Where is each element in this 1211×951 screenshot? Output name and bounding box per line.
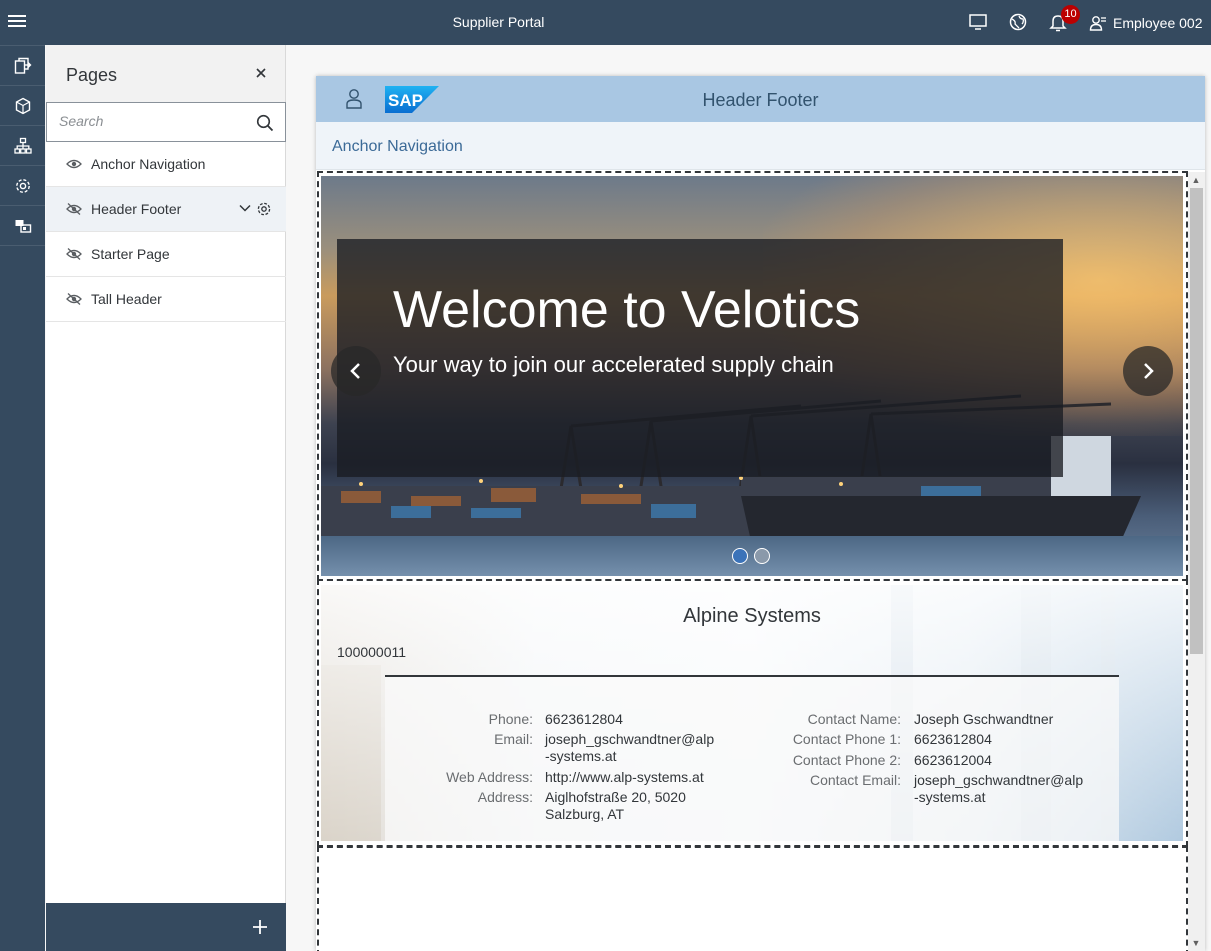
user-name: Employee 002	[1113, 15, 1203, 31]
eye-hidden-icon	[66, 202, 84, 216]
carousel-prev-button[interactable]	[331, 346, 381, 396]
hero-title: Welcome to Velotics	[393, 281, 861, 339]
hero-subtitle: Your way to join our accelerated supply …	[393, 352, 834, 377]
theme-icon	[15, 219, 31, 233]
app-title: Supplier Portal	[452, 14, 545, 30]
chevron-down-icon[interactable]	[238, 201, 252, 215]
user-menu[interactable]: Employee 002	[1089, 12, 1203, 34]
page-item-starter-page[interactable]: Starter Page	[46, 232, 286, 277]
canvas-header: SAP Header Footer	[316, 76, 1205, 122]
rail-components-button[interactable]	[0, 86, 45, 126]
empty-section-outline[interactable]	[317, 846, 1188, 951]
contact-email-value-line-1: joseph_gschwandtner@alp	[914, 772, 1084, 788]
notification-badge: 10	[1061, 5, 1080, 24]
shell-bar: Supplier Portal 10 Employee 002	[0, 0, 1211, 45]
contact-email-value-line-2: -systems.at	[914, 789, 986, 805]
supplier-header-card: Alpine Systems 100000011 Phone: 66236128…	[321, 585, 1183, 841]
user-icon	[1089, 16, 1106, 31]
scroll-down-icon[interactable]: ▼	[1191, 938, 1201, 948]
close-icon[interactable]	[253, 65, 269, 81]
supplier-details-panel: Phone: 6623612804 Email: joseph_gschwand…	[385, 675, 1119, 841]
web-address-value: http://www.alp-systems.at	[545, 769, 704, 785]
web-address-label: Web Address:	[446, 769, 533, 785]
page-item-label: Header Footer	[91, 201, 182, 217]
search-icon[interactable]	[255, 113, 275, 133]
chevron-left-icon	[350, 363, 360, 379]
contact-name-label: Contact Name:	[807, 711, 901, 727]
contact-phone-1-value: 6623612804	[914, 731, 992, 747]
side-rail	[0, 45, 45, 951]
contact-phone-1-label: Contact Phone 1:	[792, 731, 901, 747]
phone-value: 6623612804	[545, 711, 623, 727]
pages-panel: Pages Anchor Navigation Header Footer	[46, 45, 286, 951]
carousel-dot-2[interactable]	[754, 548, 770, 564]
canvas-header-title: Header Footer	[702, 90, 819, 110]
carousel-pagination	[732, 548, 770, 564]
address-value-line-2: Salzburg, AT	[545, 806, 625, 822]
chevron-right-icon	[1144, 363, 1154, 379]
pages-search	[46, 102, 286, 142]
monitor-icon[interactable]	[967, 11, 989, 33]
eye-hidden-icon	[66, 247, 84, 261]
eye-hidden-icon	[66, 292, 84, 306]
page-item-header-footer[interactable]: Header Footer	[46, 187, 286, 232]
phone-label: Phone:	[488, 711, 533, 727]
pages-icon	[14, 57, 31, 74]
add-page-icon[interactable]	[250, 917, 270, 937]
pages-panel-footer	[46, 903, 286, 951]
rail-sitemap-button[interactable]	[0, 126, 45, 166]
cube-icon	[15, 97, 30, 114]
scrollbar-thumb[interactable]	[1190, 188, 1203, 654]
page-item-label: Tall Header	[91, 291, 162, 307]
email-value-line-2: -systems.at	[545, 748, 617, 764]
contact-phone-2-label: Contact Phone 2:	[792, 752, 901, 768]
rail-settings-button[interactable]	[0, 166, 45, 206]
page-item-tall-header[interactable]: Tall Header	[46, 277, 286, 322]
canvas-scrollbar[interactable]: ▲ ▼	[1188, 172, 1205, 951]
page-item-label: Starter Page	[91, 246, 170, 262]
hero-carousel: Welcome to Velotics Your way to join our…	[321, 176, 1183, 576]
sitemap-icon	[13, 137, 32, 154]
globe-icon[interactable]	[1007, 11, 1029, 33]
address-label: Address:	[477, 789, 533, 805]
carousel-dot-1[interactable]	[732, 548, 748, 564]
email-value-line-1: joseph_gschwandtner@alp	[545, 731, 715, 747]
page-item-anchor-navigation[interactable]: Anchor Navigation	[46, 142, 286, 187]
anchor-navigation-bar: Anchor Navigation	[316, 122, 1205, 170]
email-label: Email:	[494, 731, 533, 747]
settings-icon	[15, 178, 30, 193]
pages-list: Anchor Navigation Header Footer Starter …	[46, 142, 286, 322]
rail-pages-button[interactable]	[0, 46, 45, 86]
eye-icon	[66, 157, 84, 171]
scroll-up-icon[interactable]: ▲	[1191, 175, 1201, 185]
contact-name-value: Joseph Gschwandtner	[914, 711, 1054, 727]
carousel-next-button[interactable]	[1123, 346, 1173, 396]
rail-theme-button[interactable]	[0, 206, 45, 246]
address-value-line-1: Aiglhofstraße 20, 5020	[545, 789, 686, 805]
supplier-name: Alpine Systems	[683, 605, 821, 627]
page-item-label: Anchor Navigation	[91, 156, 206, 172]
search-input[interactable]	[59, 103, 254, 139]
contact-phone-2-value: 6623612004	[914, 752, 992, 768]
supplier-id: 100000011	[337, 644, 407, 660]
pages-panel-header: Pages	[46, 45, 285, 102]
page-item-actions	[238, 201, 272, 217]
contact-email-label: Contact Email:	[809, 772, 901, 788]
anchor-navigation-link[interactable]: Anchor Navigation	[332, 138, 463, 156]
pages-panel-title: Pages	[66, 65, 118, 85]
page-canvas: SAP Header Footer Anchor Navigation Welc…	[316, 76, 1205, 951]
settings-icon[interactable]	[256, 201, 272, 217]
